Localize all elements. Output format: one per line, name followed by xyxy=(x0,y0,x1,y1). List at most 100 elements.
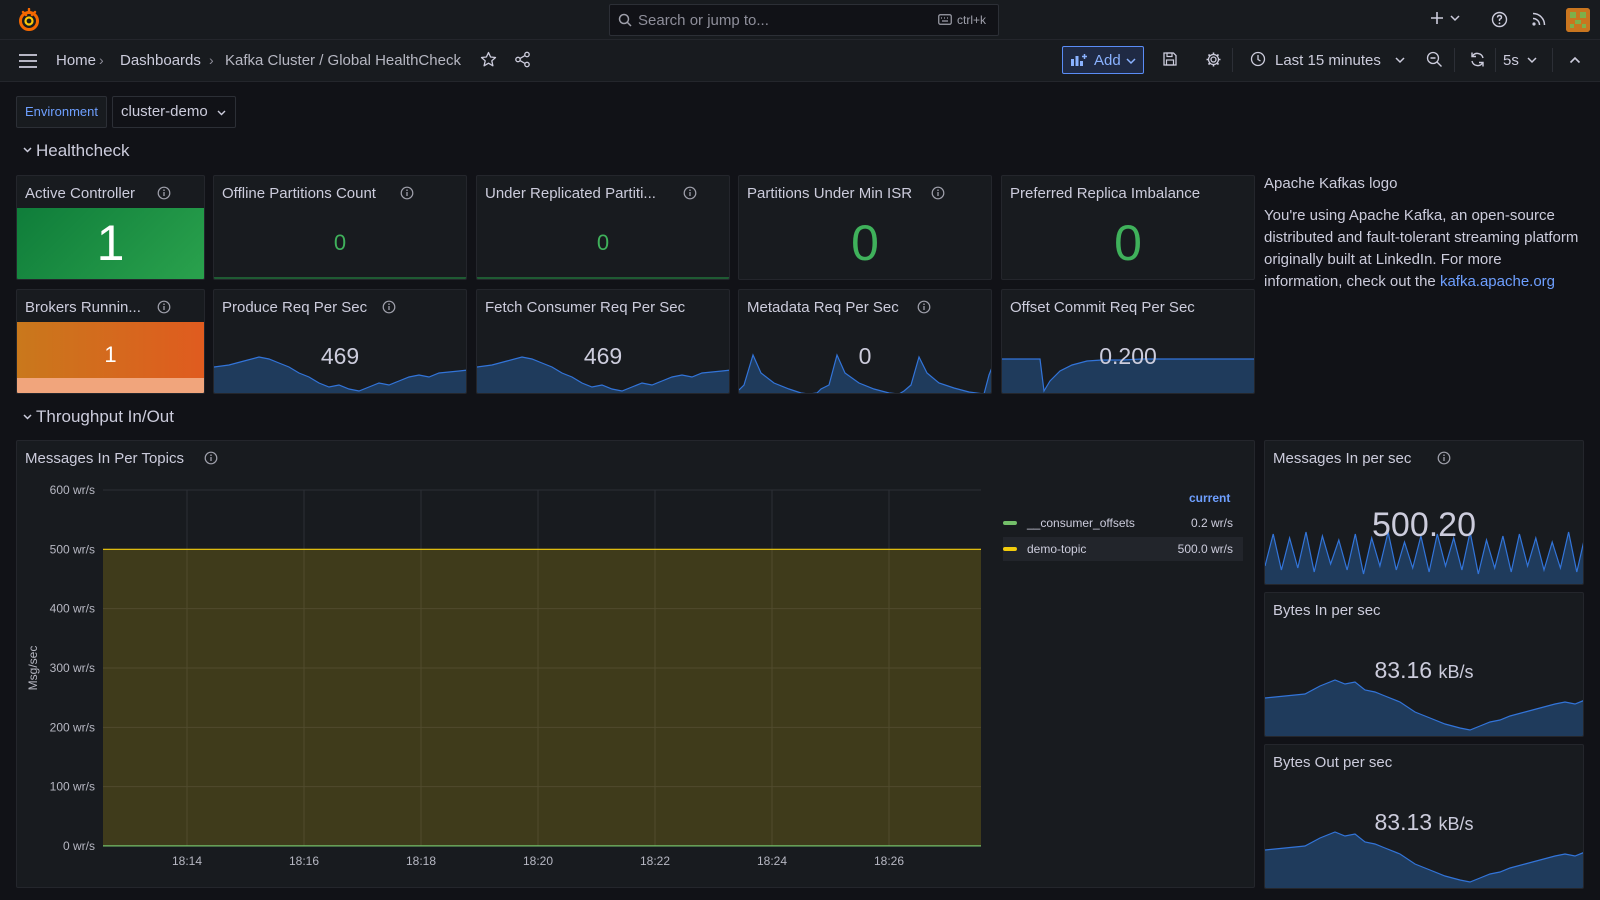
stat-value: 0 xyxy=(851,215,879,271)
panel-under-replicated-partitions[interactable]: Under Replicated Partiti... 0 xyxy=(476,175,730,280)
info-icon[interactable] xyxy=(1437,451,1451,465)
stat-value: 469 xyxy=(320,343,360,369)
search-icon xyxy=(618,13,632,27)
stat-value: 83.13 xyxy=(1374,809,1433,835)
info-icon[interactable] xyxy=(683,186,697,200)
panel-preferred-replica-imbalance[interactable]: Preferred Replica Imbalance 0 xyxy=(1001,175,1255,280)
chevron-down-icon[interactable] xyxy=(1527,56,1537,64)
breadcrumb-home[interactable]: Home xyxy=(56,52,96,69)
refresh-icon[interactable] xyxy=(1469,51,1486,68)
stat-value: 469 xyxy=(583,343,623,369)
gear-icon[interactable] xyxy=(1205,51,1222,68)
save-icon[interactable] xyxy=(1162,51,1178,67)
stat-sparkline-area xyxy=(17,378,204,393)
row-title-throughput[interactable]: Throughput In/Out xyxy=(36,407,174,427)
row-collapse-icon[interactable] xyxy=(23,146,32,153)
panel-bytes-in-per-sec[interactable]: Bytes In per sec 83.16 kB/s xyxy=(1264,592,1584,737)
legend-item[interactable]: __consumer_offsets 0.2 wr/s xyxy=(1003,511,1243,535)
timeseries-chart[interactable]: 0 wr/s 100 wr/s 200 wr/s 300 wr/s 400 wr/s 50… xyxy=(17,441,1017,888)
panel-offset-commit-req-per-sec[interactable]: Offset Commit Req Per Sec 0.200 xyxy=(1001,289,1255,394)
info-icon[interactable] xyxy=(931,186,945,200)
legend-series-name: demo-topic xyxy=(1027,542,1087,556)
stat-value: 0 xyxy=(1114,215,1142,271)
panel-title: Apache Kafkas logo xyxy=(1264,175,1398,192)
stat-value: 1 xyxy=(96,215,125,271)
x-tick-label: 18:20 xyxy=(523,854,553,868)
stat-value: 0 xyxy=(333,230,347,255)
row-title-healthcheck[interactable]: Healthcheck xyxy=(36,141,130,161)
chevron-down-icon[interactable] xyxy=(1450,14,1460,22)
panel-title: Fetch Consumer Req Per Sec xyxy=(485,299,686,316)
info-icon[interactable] xyxy=(400,186,414,200)
panel-title: Active Controller xyxy=(25,185,136,202)
panel-title: Bytes In per sec xyxy=(1273,602,1381,619)
news-rss-icon[interactable] xyxy=(1531,11,1547,27)
y-tick-label: 0 wr/s xyxy=(63,839,95,853)
info-icon[interactable] xyxy=(917,300,931,314)
panel-partitions-under-min-isr[interactable]: Partitions Under Min ISR 0 xyxy=(738,175,992,280)
panel-produce-req-per-sec[interactable]: Produce Req Per Sec 469 xyxy=(213,289,467,394)
y-tick-label: 500 wr/s xyxy=(50,542,95,556)
divider xyxy=(1454,48,1455,72)
stat-unit: kB/s xyxy=(1438,662,1474,682)
y-tick-label: 100 wr/s xyxy=(50,780,95,794)
refresh-interval-picker[interactable]: 5s xyxy=(1503,52,1519,69)
chevron-up-icon[interactable] xyxy=(1569,56,1581,64)
x-tick-label: 18:16 xyxy=(289,854,319,868)
time-range-picker[interactable]: Last 15 minutes xyxy=(1275,52,1381,69)
search-input[interactable]: Search or jump to... ctrl+k xyxy=(609,4,999,36)
clock-icon xyxy=(1250,51,1266,67)
stat-sparkline-base xyxy=(477,277,729,279)
legend-header[interactable]: current xyxy=(1189,491,1230,505)
row-collapse-icon[interactable] xyxy=(23,413,32,420)
panel-body-text: You're using Apache Kafka, an open-sourc… xyxy=(1264,205,1584,293)
stat-value: 1 xyxy=(104,342,117,367)
panel-title: Under Replicated Partiti... xyxy=(485,185,656,202)
x-tick-label: 18:26 xyxy=(874,854,904,868)
page-title: Kafka Cluster / Global HealthCheck xyxy=(225,52,461,69)
stat-value: 0 xyxy=(858,343,872,369)
search-shortcut: ctrl+k xyxy=(957,13,987,27)
panel-fetch-consumer-req-per-sec[interactable]: Fetch Consumer Req Per Sec 469 xyxy=(476,289,730,394)
info-icon[interactable] xyxy=(157,300,171,314)
share-icon[interactable] xyxy=(514,51,531,68)
legend-current-value: 500.0 wr/s xyxy=(1177,542,1233,556)
panel-active-controller[interactable]: Active Controller 1 xyxy=(16,175,205,280)
grafana-logo-icon[interactable] xyxy=(17,8,41,32)
search-placeholder: Search or jump to... xyxy=(638,12,769,29)
panel-title: Offset Commit Req Per Sec xyxy=(1010,299,1195,316)
menu-icon[interactable] xyxy=(18,53,38,69)
keyboard-icon xyxy=(938,14,952,25)
series-area xyxy=(103,549,981,846)
breadcrumb-dashboards[interactable]: Dashboards xyxy=(120,52,201,69)
panel-metadata-req-per-sec[interactable]: Metadata Req Per Sec 0 xyxy=(738,289,992,394)
legend-item[interactable]: demo-topic 500.0 wr/s xyxy=(1003,537,1243,561)
panel-bytes-out-per-sec[interactable]: Bytes Out per sec 83.13 kB/s xyxy=(1264,744,1584,889)
panel-title: Preferred Replica Imbalance xyxy=(1010,185,1201,202)
chevron-down-icon[interactable] xyxy=(1395,56,1405,64)
panel-brokers-running[interactable]: Brokers Runnin... 1 xyxy=(16,289,205,394)
stat-value: 0 xyxy=(596,230,610,255)
add-panel-icon xyxy=(1070,53,1088,67)
star-icon[interactable] xyxy=(480,51,497,68)
panel-messages-in-per-sec[interactable]: Messages In per sec 500.20 xyxy=(1264,440,1584,585)
user-avatar[interactable] xyxy=(1566,8,1590,32)
add-button[interactable]: Add xyxy=(1062,46,1144,74)
legend-current-value: 0.2 wr/s xyxy=(1190,516,1233,530)
variable-label: Environment xyxy=(16,96,107,128)
info-icon[interactable] xyxy=(157,186,171,200)
stat-unit: kB/s xyxy=(1438,814,1474,834)
help-icon[interactable] xyxy=(1491,11,1508,28)
kafka-link[interactable]: kafka.apache.org xyxy=(1440,273,1555,290)
panel-kafka-info: Apache Kafkas logo You're using Apache K… xyxy=(1264,175,1584,315)
plus-icon[interactable] xyxy=(1429,10,1445,26)
x-tick-label: 18:22 xyxy=(640,854,670,868)
panel-offline-partitions[interactable]: Offline Partitions Count 0 xyxy=(213,175,467,280)
zoom-out-icon[interactable] xyxy=(1426,51,1443,68)
legend-color-swatch xyxy=(1003,521,1017,525)
panel-title: Partitions Under Min ISR xyxy=(747,185,913,202)
divider xyxy=(1552,48,1553,72)
panel-messages-in-per-topics[interactable]: Messages In Per Topics 0 wr/s 100 wr/s 200… xyxy=(16,440,1255,888)
environment-select[interactable]: cluster-demo xyxy=(112,96,236,128)
info-icon[interactable] xyxy=(382,300,396,314)
